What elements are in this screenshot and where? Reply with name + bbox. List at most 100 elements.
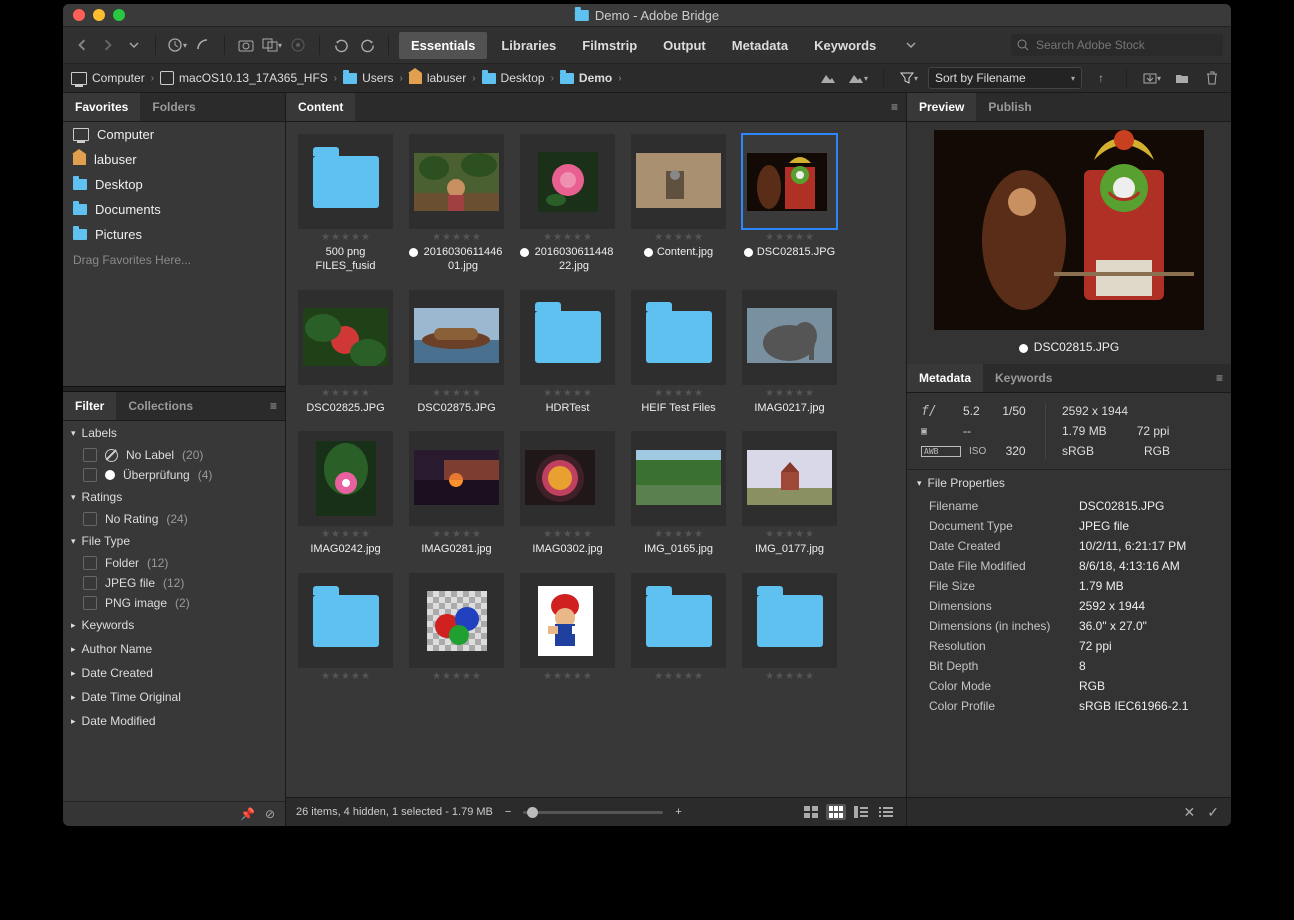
- nav-back-button[interactable]: [71, 34, 93, 56]
- thumbnail[interactable]: [631, 134, 726, 229]
- pin-icon[interactable]: 📌: [240, 807, 255, 821]
- filter-section-author-name[interactable]: ▸Author Name: [63, 637, 285, 661]
- rating-stars[interactable]: ★★★★★: [765, 232, 814, 243]
- breadcrumb-desktop[interactable]: Desktop: [482, 71, 545, 85]
- rating-stars[interactable]: ★★★★★: [432, 671, 481, 682]
- filter-section-date-modified[interactable]: ▸Date Modified: [63, 709, 285, 733]
- open-camera-raw-button[interactable]: [287, 34, 309, 56]
- breadcrumb-users[interactable]: Users: [343, 71, 393, 85]
- thumbnail[interactable]: [298, 290, 393, 385]
- clear-filter-icon[interactable]: ⊘: [265, 807, 275, 821]
- content-item[interactable]: ★★★★★DSC02825.JPG: [298, 290, 393, 416]
- view-grid-lock-button[interactable]: [801, 804, 821, 820]
- search-stock-field[interactable]: [1011, 34, 1223, 56]
- thumbnail[interactable]: [520, 573, 615, 668]
- thumbnail-quality-dropdown[interactable]: ▾: [847, 67, 869, 89]
- rating-stars[interactable]: ★★★★★: [765, 388, 814, 399]
- rating-stars[interactable]: ★★★★★: [432, 232, 481, 243]
- view-list-button[interactable]: [876, 804, 896, 820]
- content-item[interactable]: ★★★★★IMAG0302.jpg: [520, 431, 615, 557]
- favorite-item-pictures[interactable]: Pictures: [63, 222, 285, 247]
- content-item[interactable]: ★★★★★: [742, 573, 837, 682]
- thumbnail[interactable]: [520, 431, 615, 526]
- cancel-metadata-button[interactable]: ✕: [1184, 804, 1196, 821]
- workspace-tab-essentials[interactable]: Essentials: [399, 32, 487, 59]
- thumbnail[interactable]: [298, 134, 393, 229]
- rating-stars[interactable]: ★★★★★: [654, 529, 703, 540]
- thumbnail[interactable]: [520, 134, 615, 229]
- nav-forward-button[interactable]: [97, 34, 119, 56]
- thumbnail[interactable]: [631, 573, 726, 668]
- content-item[interactable]: ★★★★★DSC02815.JPG: [742, 134, 837, 274]
- content-item[interactable]: ★★★★★HDRTest: [520, 290, 615, 416]
- rating-stars[interactable]: ★★★★★: [654, 388, 703, 399]
- breadcrumb-macos10-13-17a365-hfs[interactable]: macOS10.13_17A365_HFS: [160, 71, 328, 85]
- breadcrumb-computer[interactable]: Computer: [71, 71, 145, 85]
- filter-section-date-created[interactable]: ▸Date Created: [63, 661, 285, 685]
- rating-stars[interactable]: ★★★★★: [654, 232, 703, 243]
- rating-stars[interactable]: ★★★★★: [543, 388, 592, 399]
- thumbnail[interactable]: [631, 290, 726, 385]
- filter-item[interactable]: No Label (20): [63, 445, 285, 465]
- content-item[interactable]: ★★★★★IMG_0177.jpg: [742, 431, 837, 557]
- favorite-item-labuser[interactable]: labuser: [63, 147, 285, 172]
- content-item[interactable]: ★★★★★DSC02875.JPG: [409, 290, 504, 416]
- content-item[interactable]: ★★★★★201603061144822.jpg: [520, 134, 615, 274]
- tab-favorites[interactable]: Favorites: [63, 93, 140, 121]
- zoom-window-button[interactable]: [113, 9, 125, 21]
- minimize-window-button[interactable]: [93, 9, 105, 21]
- filter-item[interactable]: Folder (12): [63, 553, 285, 573]
- thumbnail[interactable]: [298, 431, 393, 526]
- filter-item[interactable]: Überprüfung (4): [63, 465, 285, 485]
- filter-panel-menu[interactable]: ≡: [262, 399, 285, 413]
- breadcrumb-demo[interactable]: Demo: [560, 71, 612, 85]
- workspace-tab-output[interactable]: Output: [651, 32, 718, 59]
- file-properties-header[interactable]: ▾ File Properties: [907, 470, 1231, 496]
- thumbnail-quality-button[interactable]: [817, 67, 839, 89]
- content-item[interactable]: ★★★★★: [631, 573, 726, 682]
- content-panel-menu[interactable]: ≡: [883, 100, 906, 114]
- tab-keywords[interactable]: Keywords: [983, 364, 1064, 392]
- thumbnail[interactable]: [409, 290, 504, 385]
- favorite-item-documents[interactable]: Documents: [63, 197, 285, 222]
- get-photos-button[interactable]: [235, 34, 257, 56]
- rating-stars[interactable]: ★★★★★: [432, 529, 481, 540]
- new-folder-button[interactable]: [1171, 67, 1193, 89]
- view-details-button[interactable]: [851, 804, 871, 820]
- rating-stars[interactable]: ★★★★★: [543, 232, 592, 243]
- favorite-item-computer[interactable]: Computer: [63, 122, 285, 147]
- thumbnail[interactable]: [409, 134, 504, 229]
- content-item[interactable]: ★★★★★IMG_0165.jpg: [631, 431, 726, 557]
- boomerang-button[interactable]: [192, 34, 214, 56]
- content-item[interactable]: ★★★★★: [520, 573, 615, 682]
- content-item[interactable]: ★★★★★201603061144601.jpg: [409, 134, 504, 274]
- rating-stars[interactable]: ★★★★★: [432, 388, 481, 399]
- workspace-tab-metadata[interactable]: Metadata: [720, 32, 800, 59]
- apply-metadata-button[interactable]: ✓: [1207, 804, 1219, 821]
- thumbnail[interactable]: [409, 431, 504, 526]
- thumbnail[interactable]: [520, 290, 615, 385]
- content-item[interactable]: ★★★★★: [298, 573, 393, 682]
- tab-publish[interactable]: Publish: [976, 93, 1043, 121]
- tab-content[interactable]: Content: [286, 93, 355, 121]
- refine-button[interactable]: ▾: [261, 34, 283, 56]
- view-thumbnails-button[interactable]: [826, 804, 846, 820]
- thumbnail[interactable]: [742, 573, 837, 668]
- workspace-more-dropdown[interactable]: [900, 34, 922, 56]
- content-item[interactable]: ★★★★★Content.jpg: [631, 134, 726, 274]
- rating-stars[interactable]: ★★★★★: [654, 671, 703, 682]
- content-area[interactable]: ★★★★★500 png FILES_fusid★★★★★20160306114…: [286, 122, 906, 797]
- rotate-cw-button[interactable]: [356, 34, 378, 56]
- rating-stars[interactable]: ★★★★★: [321, 388, 370, 399]
- preview-image[interactable]: [934, 130, 1204, 330]
- rotate-ccw-button[interactable]: [330, 34, 352, 56]
- nav-recent-dropdown[interactable]: [123, 34, 145, 56]
- rating-stars[interactable]: ★★★★★: [321, 671, 370, 682]
- thumbnail[interactable]: [742, 290, 837, 385]
- zoom-in-button[interactable]: +: [675, 806, 681, 818]
- zoom-out-button[interactable]: −: [505, 806, 511, 818]
- filter-item[interactable]: No Rating (24): [63, 509, 285, 529]
- close-window-button[interactable]: [73, 9, 85, 21]
- filter-section-keywords[interactable]: ▸Keywords: [63, 613, 285, 637]
- rating-stars[interactable]: ★★★★★: [543, 671, 592, 682]
